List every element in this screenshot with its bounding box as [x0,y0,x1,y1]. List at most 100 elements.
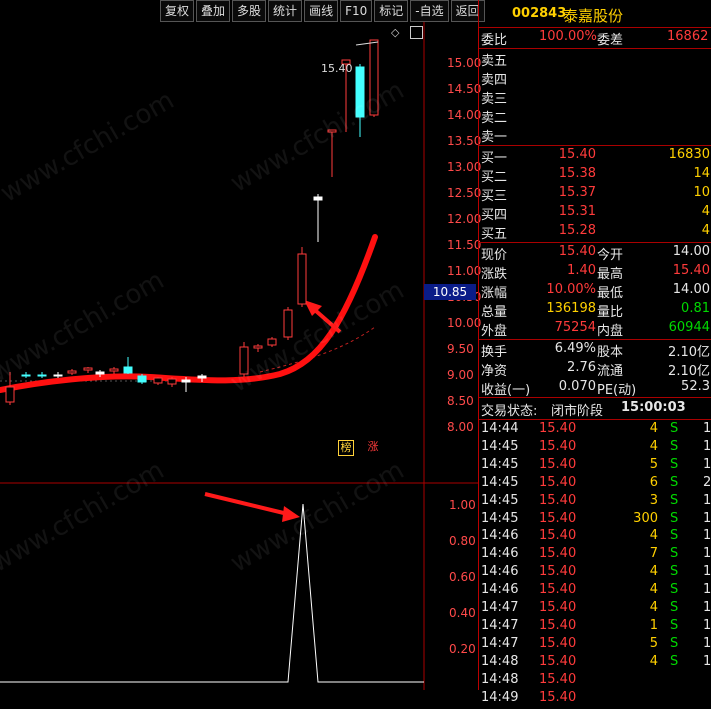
tick-time: 14:48 [481,653,519,669]
buy-level-price: 15.40 [558,147,596,162]
tick-time: 14:45 [481,456,519,472]
stat-value: 2.10亿 [668,364,710,379]
sell-level-label: 卖四 [481,73,508,88]
tick-side: S [670,617,679,633]
tick-row: 14:45 15.40 5 S 1 [479,457,711,476]
tick-row: 14:44 15.40 4 S 1 [479,421,711,440]
quote-stat-row: 换手 6.49% 股本 2.10亿 [479,341,711,360]
quote-stat-row: 总量 136198 量比 0.81 [479,301,711,320]
toolbar-f10-button[interactable]: F10 [340,0,373,22]
toolbar-multi-stock-button[interactable]: 多股 [232,0,267,22]
quote-stat-row: 收益(一) 0.070 PE(动) 52.3 [479,379,711,398]
tick-side: S [670,492,679,508]
tick-side: S [670,564,679,580]
tick-row: 14:46 15.40 7 S 1 [479,546,711,565]
candle-body [95,371,105,375]
kline-chart-canvas[interactable] [0,22,478,690]
tick-row: 14:47 15.40 1 S 1 [479,618,711,637]
sell-level-row: 卖五 [479,50,711,69]
trade-status-label: 交易状态: [481,404,538,419]
price-axis-tick: 8.00 [447,420,474,434]
tick-count: 1 [703,600,711,615]
tick-volume: 4 [649,438,658,454]
sell-level-label: 卖五 [481,54,508,69]
price-axis-tick: 8.50 [447,394,474,408]
tick-row: 14:47 15.40 5 S 1 [479,636,711,655]
quote-stat-row: 涨跌 1.40 最高 15.40 [479,263,711,282]
stat-label: 流通 [597,364,624,379]
window-icon[interactable] [410,26,423,39]
price-axis-tick: 9.50 [447,342,474,356]
tick-row: 14:45 15.40 300 S 1 [479,511,711,530]
stat-value: 2.76 [567,360,596,375]
toolbar-stats-button[interactable]: 统计 [268,0,303,22]
tick-time: 14:45 [481,492,519,508]
buy-level-row: 买五 15.28 4 [479,223,711,242]
tick-count: 1 [703,492,711,508]
toolbar-restore-rights-button[interactable]: 复权 [160,0,195,22]
sell-level-row: 卖三 [479,88,711,107]
sell-level-label: 卖三 [481,92,508,107]
tick-row: 14:46 15.40 4 S 1 [479,528,711,547]
quote-stat-row: 外盘 75254 内盘 60944 [479,320,711,339]
stat-value: 75254 [554,320,596,335]
high-price-label: 15.40 [321,62,353,75]
stat-label: 涨幅 [481,286,508,301]
tick-price: 15.40 [539,635,577,651]
toolbar-overlay-button[interactable]: 叠加 [196,0,231,22]
toolbar-remove-favorite-button[interactable]: -自选 [410,0,449,22]
tick-side: S [670,438,679,454]
tag-bang[interactable]: 榜 [338,440,354,456]
tick-price: 15.40 [539,582,577,598]
tick-row: 14:48 15.40 4 S 1 [479,654,711,673]
kline-chart[interactable]: 15.00 14.50 14.00 13.50 13.00 12.50 12.00 11.50… [0,22,482,690]
stat-value: 15.40 [558,244,596,259]
buy-level-label: 买五 [481,227,508,242]
tick-row: 14:46 15.40 4 S 1 [479,582,711,601]
tick-price: 15.40 [539,564,577,580]
indicator-axis-tick: 0.60 [449,570,476,584]
tick-side: S [670,510,679,526]
trade-status-row: 交易状态: 闭市阶段 15:00:03 [479,400,711,419]
tick-price: 15.40 [539,653,577,669]
weibi-value: 100.00% [539,29,597,44]
tick-volume: 3 [649,492,658,508]
weicha-value: 16862 [667,29,709,44]
stat-value: 10.00% [546,282,596,297]
indicator-axis-tick: 0.40 [449,606,476,620]
toolbar-draw-line-button[interactable]: 画线 [304,0,339,22]
tick-side: S [670,635,679,651]
stock-code: 002843 [512,6,567,21]
stat-value: 0.070 [558,379,596,394]
tick-price: 15.40 [539,528,577,544]
tick-count: 2 [703,474,711,490]
buy-level-volume: 4 [701,204,710,219]
tick-volume: 7 [649,546,658,562]
stat-value: 136198 [546,301,596,316]
tag-zhang[interactable]: 涨 [366,440,380,454]
quote-stat-row: 净资 2.76 流通 2.10亿 [479,360,711,379]
indicator-axis-tick: 1.00 [449,498,476,512]
stat-label: 今开 [597,248,624,263]
diamond-icon[interactable]: ◇ [391,26,399,39]
quote-panel: 002843 泰嘉股份 委比 100.00% 委差 16862 卖五 卖四 卖三 卖二… [478,0,711,705]
tick-count: 1 [703,546,711,562]
candle-body [313,196,323,201]
candle-body [53,374,63,377]
tick-row: 14:45 15.40 6 S 2 [479,475,711,494]
stock-header: 002843 泰嘉股份 [479,4,711,26]
tick-price: 15.40 [539,438,577,454]
stat-value: 0.81 [681,301,710,316]
buy-level-label: 买三 [481,189,508,204]
stat-value: 14.00 [672,282,710,297]
tick-count: 1 [703,564,711,580]
tick-time: 14:46 [481,564,519,580]
tick-row: 14:45 15.40 3 S 1 [479,493,711,512]
tick-side: S [670,421,679,436]
toolbar-mark-button[interactable]: 标记 [374,0,409,22]
tick-row: 14:48 15.40 [479,672,711,691]
tick-count: 1 [703,438,711,454]
price-axis-tick: 11.00 [447,264,482,278]
tick-row: 14:45 15.40 4 S 1 [479,439,711,458]
trade-status-time: 15:00:03 [621,400,686,415]
